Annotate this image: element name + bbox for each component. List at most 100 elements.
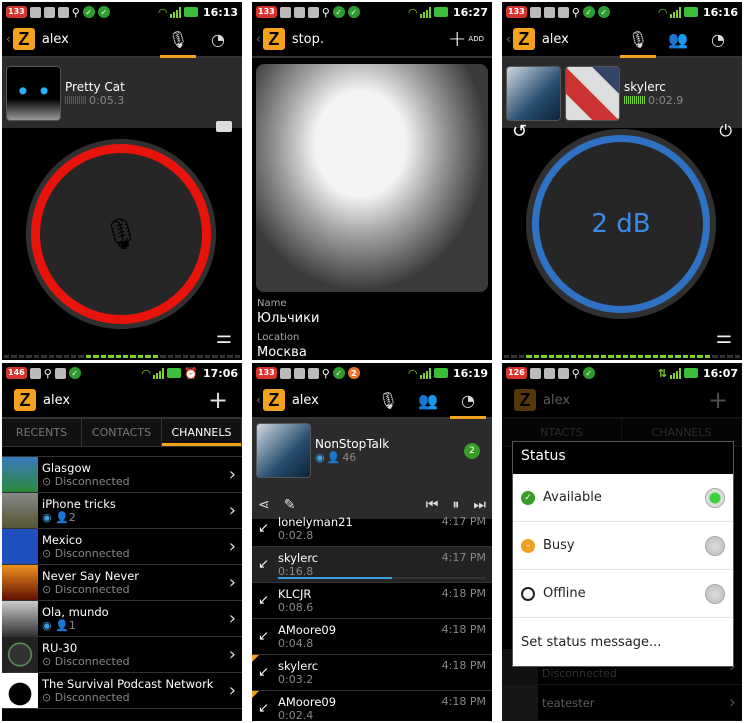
status-bar: 126 ⚲ ✓ ⇅ 16:07 — [502, 363, 742, 383]
recent-message-row[interactable]: ↙ lonelyman21 0:02.8 4:17 PM — [252, 511, 492, 547]
chevron-right-icon: › — [228, 644, 236, 665]
level-segment — [130, 355, 136, 358]
equalizer-icon[interactable]: ⚌ — [716, 327, 732, 348]
channel-row[interactable]: Glasgow ⊙ Disconnected › — [2, 457, 242, 493]
level-segment — [652, 355, 659, 358]
screen-recents: 133 ⚲ ✓ 2 ◠ 16:19 ‹ Z alex 🎙 👥 ◔ NonStop… — [252, 363, 492, 721]
channel-row[interactable]: The Survival Podcast Network ⊙ Disconnec… — [2, 673, 242, 709]
channel-row[interactable]: iPhone tricks ◉ 👤2 › — [2, 493, 242, 529]
channel-thumbnail — [2, 673, 38, 708]
tab-recents[interactable]: RECENTS — [2, 419, 82, 446]
users-tab-users-icon[interactable]: 👥 — [408, 383, 448, 417]
channel-thumbnail — [2, 601, 38, 636]
level-segment — [675, 355, 681, 358]
wifi-icon: ◠ — [408, 366, 417, 380]
user-icon: 👤 — [55, 511, 69, 524]
battery-icon — [433, 368, 448, 378]
signal-icon — [419, 6, 431, 18]
level-segment — [93, 355, 99, 358]
account-name: alex — [41, 31, 69, 47]
screen-channels: 146 ⚲ ✓ ◠ ⏰ 17:06 Z alex + RECENTS CONTA… — [2, 363, 242, 721]
level-segment — [18, 355, 25, 358]
channel-row[interactable]: RU-30 ⊙ Disconnected › — [2, 637, 242, 673]
status-text: Disconnected — [54, 691, 130, 704]
account-name: alex — [543, 392, 571, 408]
status-option-offline[interactable]: Offline — [513, 570, 733, 618]
disconnected-icon: ⊙ — [42, 475, 52, 488]
notification-count: 126 — [506, 367, 527, 379]
level-segment — [11, 355, 17, 358]
channel-thumbnail — [2, 637, 38, 672]
user-icon: 👤 — [55, 619, 69, 632]
talk-tab-microphone-icon[interactable]: 🎙 — [618, 22, 658, 58]
recent-message-row[interactable]: ↙ skylerc 0:16.8 4:17 PM — [252, 547, 492, 583]
level-segment — [167, 355, 174, 358]
notification-count: 133 — [506, 6, 527, 18]
level-segment — [660, 355, 666, 358]
calendar-icon — [293, 6, 305, 18]
level-segment — [115, 355, 121, 358]
account-name: alex — [541, 31, 569, 47]
message-time: 4:18 PM — [441, 587, 486, 600]
back-icon[interactable]: ‹ — [256, 393, 261, 407]
recent-message-row[interactable]: ↙ AMoore09 0:04.8 4:18 PM — [252, 619, 492, 655]
audio-level-bar — [502, 355, 742, 358]
equalizer-icon[interactable]: ⚌ — [216, 327, 232, 348]
tab-bar: RECENTS CONTACTS CHANNELS — [2, 419, 242, 447]
audio-level-bar — [2, 355, 242, 358]
channel-name: iPhone tricks — [42, 497, 116, 511]
recents-tab-history-icon[interactable]: ◔ — [698, 22, 738, 56]
channel-row[interactable]: Never Say Never ⊙ Disconnected › — [2, 565, 242, 601]
talk-tab-microphone-icon[interactable]: 🎙 — [368, 383, 408, 417]
channel-name: NonStopTalk — [315, 437, 390, 451]
power-icon[interactable]: ⏻ — [719, 121, 732, 141]
volume-dial[interactable]: 2 dB — [526, 129, 716, 319]
level-segment — [33, 355, 40, 358]
talker-name: skylerc — [624, 79, 666, 94]
clock: 16:19 — [452, 366, 488, 380]
message-icon[interactable] — [216, 121, 232, 132]
tab-channels[interactable]: CHANNELS — [162, 419, 242, 446]
add-button[interactable]: + ADD — [448, 22, 488, 56]
disconnected-icon: ⊙ — [42, 691, 52, 704]
channel-name: RU-30 — [42, 641, 78, 655]
back-icon[interactable]: ‹ — [6, 32, 11, 46]
recent-message-row[interactable]: ↙ AMoore09 0:02.4 4:18 PM — [252, 691, 492, 721]
level-segment — [518, 355, 525, 358]
talker-name: Pretty Cat — [65, 79, 125, 94]
talker-header: skylerc 0:02.9 — [502, 58, 742, 128]
status-option-available[interactable]: ✓ Available — [513, 474, 733, 522]
back-icon[interactable]: ‹ — [506, 32, 511, 46]
level-segment — [556, 355, 562, 358]
level-segment — [511, 355, 517, 358]
tab-contacts[interactable]: CONTACTS — [82, 419, 162, 446]
set-status-message-button[interactable]: Set status message... — [513, 618, 733, 666]
replay-icon[interactable]: ↺ — [512, 121, 527, 142]
recents-tab-history-icon[interactable]: ◔ — [198, 22, 238, 56]
recents-tab-history-icon[interactable]: ◔ — [448, 383, 488, 419]
push-to-talk-button[interactable]: 🎙 — [26, 139, 216, 329]
recent-message-row[interactable]: ↙ skylerc 0:03.2 4:18 PM — [252, 655, 492, 691]
radio-button[interactable] — [705, 535, 725, 556]
channel-row[interactable]: Ola, mundo ◉ 👤1 › — [2, 601, 242, 637]
add-icon[interactable]: + — [198, 383, 238, 417]
chevron-right-icon: › — [228, 500, 236, 521]
talk-tab-microphone-icon[interactable]: 🎙 — [158, 22, 198, 58]
back-icon[interactable]: ‹ — [256, 32, 261, 46]
channel-row[interactable]: Mexico ⊙ Disconnected › — [2, 529, 242, 565]
channel-status: ◉ 👤2 — [42, 511, 229, 524]
level-segment — [697, 355, 703, 358]
channel-list: Glasgow ⊙ Disconnected › iPhone tricks ◉… — [2, 457, 242, 709]
sender-name: lonelyman21 — [278, 515, 353, 529]
users-tab-users-icon[interactable]: 👥 — [658, 22, 698, 56]
battery-icon — [683, 7, 698, 17]
zello-logo: Z — [512, 28, 535, 50]
radio-button[interactable] — [705, 487, 725, 508]
recent-message-row[interactable]: ↙ KLCJR 0:08.6 4:18 PM — [252, 583, 492, 619]
radio-button[interactable] — [705, 583, 725, 604]
zello-logo: Z — [14, 389, 36, 411]
signal-icon — [153, 367, 165, 379]
status-option-busy[interactable]: – Busy — [513, 522, 733, 570]
talker-avatar — [565, 65, 620, 121]
screen-status-dialog: 126 ⚲ ✓ ⇅ 16:07 Z alex + NTACTS CHANNELS… — [502, 363, 742, 721]
